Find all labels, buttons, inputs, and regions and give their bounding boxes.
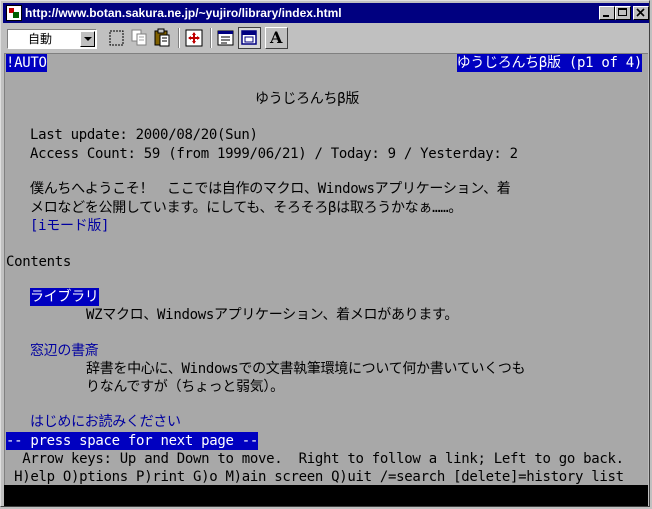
last-update: Last update: 2000/08/20(Sun) [30, 127, 258, 143]
copy-icon [131, 29, 147, 46]
title-bar[interactable]: http://www.botan.sakura.ne.jp/~yujiro/li… [3, 3, 649, 23]
status-right: ゆうじろんちβ版 (p1 of 4) [456, 54, 642, 72]
section-link-study[interactable]: 窓辺の書斎 [30, 342, 99, 360]
properties-icon [217, 30, 234, 46]
properties-button[interactable] [215, 27, 238, 49]
contents-heading: Contents [6, 254, 72, 270]
maximize-icon [618, 8, 627, 16]
close-button[interactable] [633, 6, 649, 20]
command-line-bar[interactable] [4, 485, 648, 506]
close-icon [636, 8, 645, 17]
encoding-value: 自動 [28, 32, 53, 46]
help-line: Arrow keys: Up and Down to move. Right t… [6, 451, 624, 467]
window-mode-button[interactable] [238, 27, 261, 49]
encoding-select[interactable]: 自動 [7, 29, 97, 49]
toolbar-separator [210, 28, 212, 48]
chevron-down-icon[interactable] [80, 31, 95, 47]
section-description: 辞書を中心に、Windowsでの文書執筆環境について何か書いていくつも [86, 361, 526, 377]
section-description: りなんですが（ちょっと弱気）。 [86, 379, 284, 395]
select-all-button[interactable] [105, 27, 128, 49]
navigate-icon [185, 29, 203, 47]
font-icon: A [270, 28, 283, 47]
page-title: ゆうじろんちβ版 [255, 91, 360, 107]
access-count: Access Count: 59 (from 1999/06/21) / Tod… [30, 146, 518, 162]
font-button[interactable]: A [265, 27, 288, 49]
copy-button[interactable] [128, 27, 151, 49]
minimize-icon [603, 15, 609, 17]
window-icon [241, 30, 257, 45]
select-all-icon [109, 30, 124, 46]
section-description: WZマクロ、Windowsアプリケーション、着メロがあります。 [86, 307, 459, 323]
pager-prompt: -- press space for next page -- [6, 432, 258, 450]
maximize-button[interactable] [615, 6, 631, 20]
imode-link[interactable]: [iモード版] [30, 217, 109, 235]
window-title: http://www.botan.sakura.ne.jp/~yujiro/li… [25, 6, 342, 20]
help-line: H)elp O)ptions P)rint G)o M)ain screen Q… [6, 469, 624, 485]
minimize-button[interactable] [599, 6, 615, 20]
welcome-text-line: メロなどを公開しています。にしても、そろそろβは取ろうかなぁ……。 [30, 200, 463, 216]
text-browser-screen[interactable]: !AUTO ゆうじろんちβ版 (p1 of 4) ゆうじろんちβ版 Last u… [4, 53, 648, 485]
toolbar: 自動 A [3, 24, 649, 52]
navigate-button[interactable] [183, 27, 206, 49]
toolbar-separator [178, 28, 180, 48]
status-left: !AUTO [6, 54, 47, 72]
app-icon[interactable] [6, 5, 22, 21]
section-link-library[interactable]: ライブラリ [30, 288, 99, 306]
welcome-text-line: 僕んちへようこそ！ ここでは自作のマクロ、Windowsアプリケーション、着 [30, 181, 511, 197]
paste-icon [154, 28, 170, 47]
browser-window: http://www.botan.sakura.ne.jp/~yujiro/li… [0, 0, 650, 507]
section-link-readme[interactable]: はじめにお読みください [30, 413, 181, 431]
paste-button[interactable] [151, 27, 174, 49]
